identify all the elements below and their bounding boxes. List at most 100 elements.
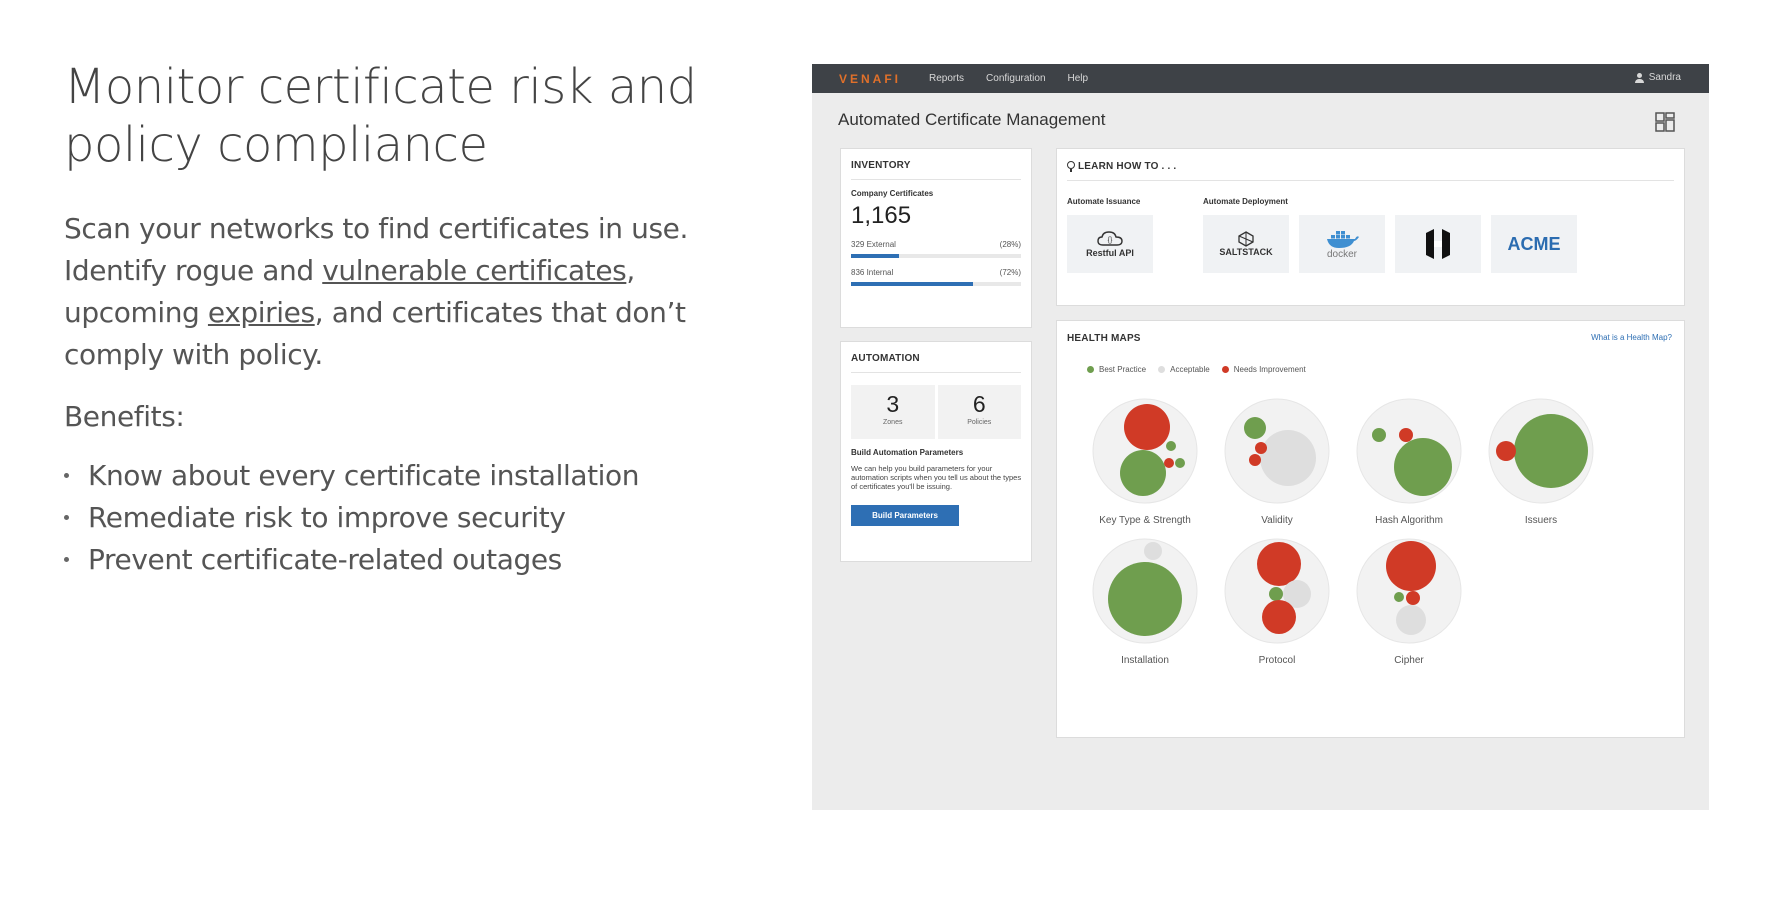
benefit-text: Know about every certificate installatio… [88, 459, 640, 492]
restful-api-label: Restful API [1086, 248, 1134, 258]
svg-text:{}: {} [1108, 237, 1113, 244]
bubble-needs-improvement [1164, 458, 1174, 468]
bubble-best-practice [1120, 450, 1166, 496]
divider [851, 179, 1021, 180]
venafi-logo[interactable]: VENAFI [839, 72, 901, 86]
health-map-hash-algorithm[interactable]: Hash Algorithm [1356, 398, 1462, 526]
bubble-needs-improvement [1386, 541, 1436, 591]
health-map-key-type[interactable]: Key Type & Strength [1092, 398, 1198, 526]
bubble-needs-improvement [1496, 441, 1516, 461]
user-name: Sandra [1648, 72, 1681, 83]
external-progress-bar [851, 254, 1021, 258]
benefit-item: Prevent certificate-related outages [64, 539, 704, 581]
saltstack-icon [1238, 231, 1254, 247]
hashicorp-icon [1426, 229, 1450, 259]
bubble-best-practice [1372, 428, 1386, 442]
map-label: Installation [1121, 655, 1169, 666]
learn-how-card: LEARN HOW TO . . . Automate Issuance Aut… [1056, 148, 1685, 306]
expiries-link[interactable]: expiries [208, 296, 315, 329]
build-parameters-text: We can help you build parameters for you… [851, 464, 1022, 491]
bubble-needs-improvement [1249, 454, 1261, 466]
bubble-acceptable [1144, 542, 1162, 560]
health-maps-grid: Key Type & Strength Validity Hash Algori… [1092, 398, 1594, 666]
map-label: Protocol [1259, 655, 1296, 666]
hashicorp-tile[interactable] [1395, 215, 1481, 273]
divider [851, 372, 1021, 373]
bubble-best-practice [1269, 587, 1283, 601]
benefits-list: Know about every certificate installatio… [64, 455, 704, 581]
health-map-validity[interactable]: Validity [1224, 398, 1330, 526]
docker-whale-icon [1327, 230, 1359, 248]
inventory-card: INVENTORY Company Certificates 1,165 329… [840, 148, 1032, 328]
health-map-installation[interactable]: Installation [1092, 538, 1198, 666]
internal-label: 836 Internal [851, 268, 894, 277]
user-icon [1634, 72, 1644, 83]
internal-progress-fill [851, 282, 974, 286]
learn-title: LEARN HOW TO . . . [1078, 161, 1177, 172]
nav-help[interactable]: Help [1068, 73, 1089, 84]
bubble-needs-improvement [1255, 442, 1267, 454]
bubble-needs-improvement [1262, 600, 1296, 634]
inventory-title: INVENTORY [851, 160, 911, 171]
health-map-protocol[interactable]: Protocol [1224, 538, 1330, 666]
marketing-copy: Monitor certificate risk and policy comp… [64, 58, 704, 581]
lead-paragraph: Scan your networks to find certificates … [64, 208, 704, 376]
external-progress-fill [851, 254, 899, 258]
bubble-best-practice [1394, 592, 1404, 602]
bubble-best-practice [1175, 458, 1185, 468]
bullet-icon [64, 515, 69, 520]
map-label: Key Type & Strength [1099, 515, 1191, 526]
bullet-icon [64, 473, 69, 478]
saltstack-tile[interactable]: SALTSTACK [1203, 215, 1289, 273]
headline-line-2: policy compliance [64, 117, 488, 173]
benefit-item: Remediate risk to improve security [64, 497, 704, 539]
automation-stats: 3 Zones 6 Policies [851, 385, 1021, 439]
build-parameters-button[interactable]: Build Parameters [851, 505, 959, 526]
acme-tile[interactable]: ACME [1491, 215, 1577, 273]
policies-stat[interactable]: 6 Policies [937, 385, 1021, 439]
map-label: Validity [1261, 515, 1293, 526]
layout-toggle-icon[interactable] [1654, 111, 1676, 133]
bubble-best-practice [1394, 438, 1452, 496]
user-menu[interactable]: Sandra [1634, 72, 1681, 83]
automation-title: AUTOMATION [851, 353, 920, 364]
lightbulb-icon [1067, 161, 1075, 172]
bubble-needs-improvement [1124, 404, 1170, 450]
internal-progress-bar [851, 282, 1021, 286]
docker-label: docker [1326, 248, 1357, 260]
bullet-icon [64, 557, 69, 562]
app-screenshot: VENAFI Reports Configuration Help Sandra… [812, 64, 1709, 810]
divider [1067, 180, 1674, 181]
headline-line-1: Monitor certificate risk and [64, 59, 697, 115]
vulnerable-certificates-link[interactable]: vulnerable certificates [322, 254, 626, 287]
top-nav-bar: VENAFI Reports Configuration Help Sandra [812, 64, 1709, 93]
page-title: Automated Certificate Management [838, 110, 1106, 129]
external-row: 329 External (28%) [851, 240, 1021, 249]
benefit-text: Remediate risk to improve security [88, 501, 566, 534]
zones-stat[interactable]: 3 Zones [851, 385, 935, 439]
health-map-issuers[interactable]: Issuers [1488, 398, 1594, 526]
zones-label: Zones [883, 419, 903, 426]
bubble-best-practice [1244, 417, 1266, 439]
docker-tile[interactable]: docker [1299, 215, 1385, 273]
restful-api-tile[interactable]: {} Restful API [1067, 215, 1153, 273]
nav-configuration[interactable]: Configuration [986, 73, 1045, 84]
automate-issuance-label: Automate Issuance [1067, 197, 1141, 206]
company-certificates-label: Company Certificates [851, 189, 934, 198]
build-parameters-heading: Build Automation Parameters [851, 448, 964, 457]
map-label: Hash Algorithm [1375, 515, 1443, 526]
external-percent: (28%) [999, 240, 1021, 249]
policies-label: Policies [967, 419, 992, 426]
map-label: Cipher [1394, 655, 1424, 666]
automation-card: AUTOMATION 3 Zones 6 Policies Build Auto… [840, 341, 1032, 562]
headline: Monitor certificate risk and policy comp… [64, 58, 704, 174]
nav-reports[interactable]: Reports [929, 73, 964, 84]
automate-deployment-label: Automate Deployment [1203, 197, 1288, 206]
bubble-best-practice [1514, 414, 1588, 488]
certificate-total: 1,165 [851, 202, 912, 229]
internal-row: 836 Internal (72%) [851, 268, 1021, 277]
health-map-cipher[interactable]: Cipher [1356, 538, 1462, 666]
bubble-needs-improvement [1399, 428, 1413, 442]
internal-percent: (72%) [999, 268, 1021, 277]
bubble-needs-improvement [1406, 591, 1420, 605]
